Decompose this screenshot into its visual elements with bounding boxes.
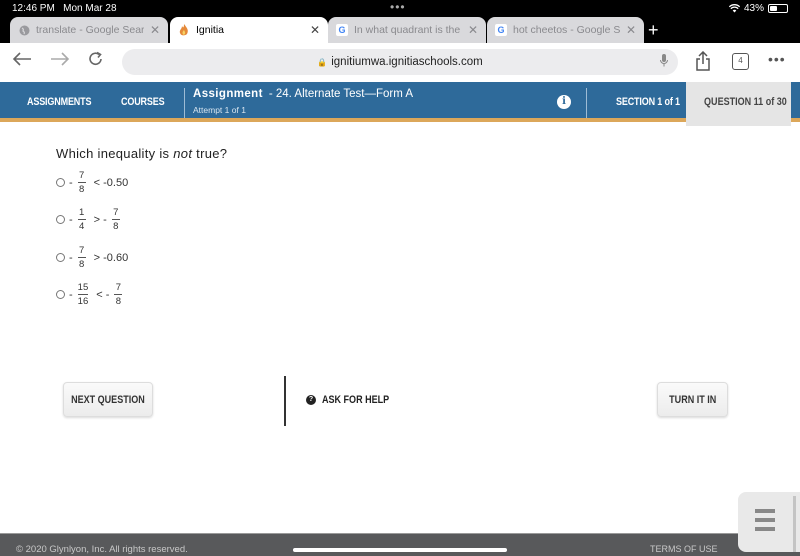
radio-button[interactable] — [56, 253, 65, 262]
action-divider — [284, 376, 286, 426]
answer-option-1[interactable]: - 78 < -0.50 — [56, 170, 128, 195]
fraction: 78 — [77, 170, 86, 195]
hamburger-menu-icon — [755, 509, 775, 513]
new-tab-button[interactable]: + — [648, 17, 659, 43]
wifi-icon — [728, 4, 740, 13]
share-button[interactable] — [695, 50, 711, 76]
fraction: 14 — [77, 207, 86, 232]
help-question-icon: ? — [306, 395, 316, 405]
terms-of-use-link[interactable]: TERMS OF USE — [650, 544, 718, 554]
copyright-text: © 2020 Glynlyon, Inc. All rights reserve… — [16, 544, 188, 555]
question-text: Which inequality is not true? — [56, 146, 228, 161]
answer-option-2[interactable]: - 14 > - 78 — [56, 207, 125, 232]
fraction: 78 — [77, 245, 86, 270]
app-navigation-bar: ASSIGNMENTS COURSES Assignment - 24. Alte… — [0, 82, 800, 126]
nav-divider — [184, 88, 185, 118]
turn-it-in-button[interactable]: TURN IT IN — [657, 382, 728, 417]
radio-button[interactable] — [56, 290, 65, 299]
attempt-count: Attempt 1 of 1 — [193, 105, 246, 115]
forward-button[interactable] — [50, 50, 70, 73]
address-bar[interactable]: 🔒 ignitiumwa.ignitiaschools.com — [122, 49, 678, 75]
share-icon — [696, 50, 710, 71]
google-icon: G — [336, 24, 348, 36]
multitask-dots-icon[interactable]: ••• — [390, 0, 406, 14]
close-tab-icon[interactable]: ✕ — [468, 23, 478, 37]
lock-icon: 🔒 — [317, 57, 328, 67]
url-text: ignitiumwa.ignitiaschools.com — [331, 56, 483, 68]
more-options-button[interactable]: ••• — [768, 51, 786, 67]
browser-tab-strip: translate - Google Search ✕ Ignitia ✕ G … — [0, 17, 800, 43]
flame-icon — [178, 24, 190, 36]
fraction: 78 — [114, 282, 123, 307]
forward-arrow-icon — [51, 52, 70, 66]
fraction: 15 16 — [77, 282, 89, 307]
status-time: 12:46 PM Mon Mar 28 — [12, 3, 117, 14]
assignment-title: Assignment - 24. Alternate Test—Form A — [193, 88, 414, 100]
home-indicator[interactable] — [293, 548, 507, 552]
browser-tab-hot-cheetos[interactable]: G hot cheetos - Google Search ✕ — [487, 17, 644, 43]
question-indicator-tab[interactable]: QUESTION 11 of 30 — [686, 82, 791, 126]
nav-assignments[interactable]: ASSIGNMENTS — [27, 82, 92, 122]
close-tab-icon[interactable]: ✕ — [310, 23, 320, 37]
globe-icon — [18, 24, 30, 36]
browser-tab-ignitia[interactable]: Ignitia ✕ — [170, 17, 328, 43]
back-arrow-icon — [12, 52, 31, 66]
tab-count-button[interactable]: 4 — [732, 53, 749, 70]
microphone-icon[interactable] — [660, 54, 668, 67]
next-question-button[interactable]: NEXT QUESTION — [63, 382, 153, 417]
fraction: 78 — [111, 207, 120, 232]
battery-icon — [768, 4, 788, 13]
browser-toolbar: 🔒 ignitiumwa.ignitiaschools.com 4 ••• — [0, 43, 800, 82]
section-indicator[interactable]: SECTION 1 of 1 — [616, 82, 680, 122]
ios-status-bar: 12:46 PM Mon Mar 28 ••• 43% — [0, 0, 800, 17]
nav-courses[interactable]: COURSES — [121, 82, 165, 122]
info-icon[interactable]: i — [557, 95, 571, 109]
reload-icon — [89, 51, 102, 65]
radio-button[interactable] — [56, 215, 65, 224]
answer-option-3[interactable]: - 78 > -0.60 — [56, 245, 128, 270]
browser-tab-translate[interactable]: translate - Google Search ✕ — [10, 17, 168, 43]
close-tab-icon[interactable]: ✕ — [626, 23, 636, 37]
page-footer: © 2020 Glynlyon, Inc. All rights reserve… — [0, 533, 800, 556]
answer-option-4[interactable]: - 15 16 < - 78 — [56, 282, 127, 307]
battery-percent: 43% — [743, 3, 764, 14]
radio-button[interactable] — [56, 178, 65, 187]
google-icon: G — [495, 24, 507, 36]
reload-button[interactable] — [88, 50, 104, 73]
nav-divider — [586, 88, 587, 118]
floating-menu-button[interactable] — [738, 492, 800, 552]
close-tab-icon[interactable]: ✕ — [150, 23, 160, 37]
back-button[interactable] — [12, 50, 32, 73]
browser-tab-quadrant[interactable]: G In what quadrant is the origin ✕ — [328, 17, 486, 43]
ask-for-help-button[interactable]: ? ASK FOR HELP — [306, 394, 404, 406]
